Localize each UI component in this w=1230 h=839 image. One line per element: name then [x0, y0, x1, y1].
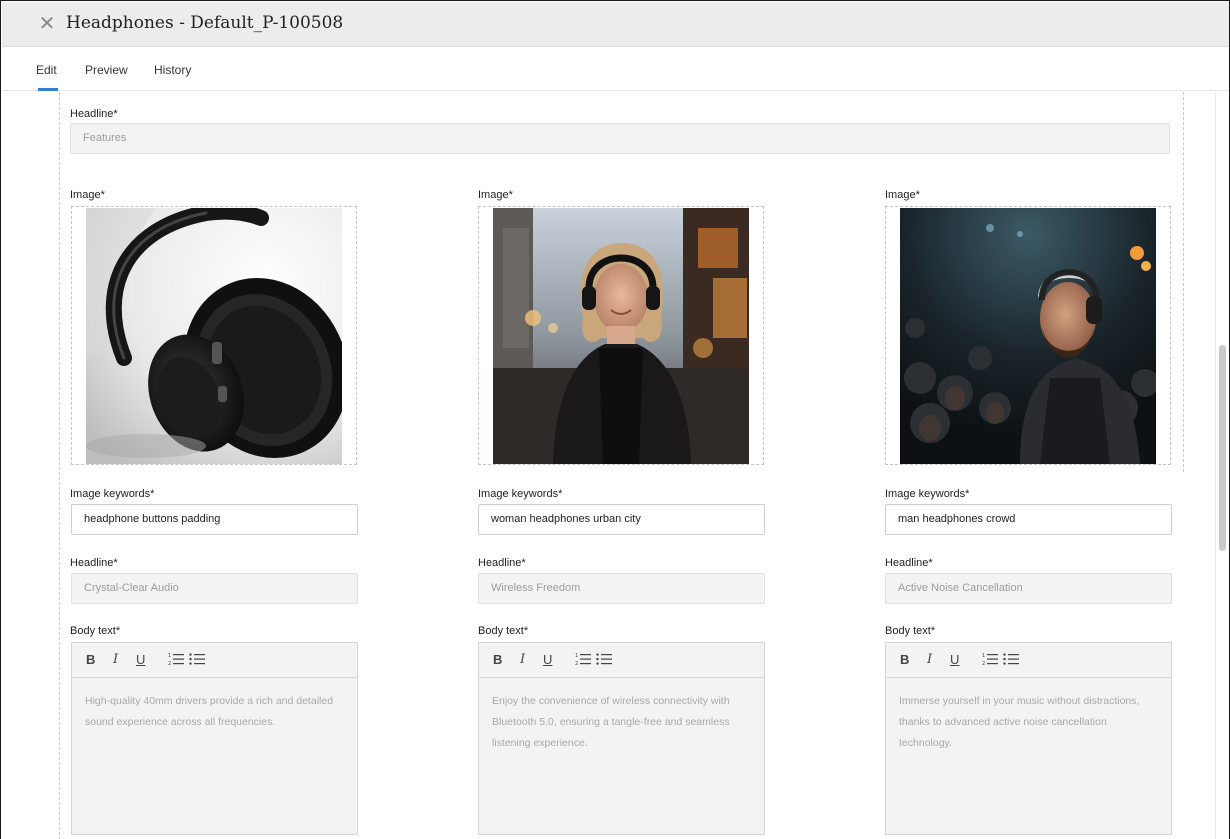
vertical-scrollbar[interactable] — [1215, 92, 1229, 839]
body-text-label: Body text* — [478, 625, 529, 637]
numbered-list-icon[interactable]: 12 — [168, 652, 184, 670]
editor-window: ✕ Headphones - Default_P-100508 Edit Pre… — [0, 0, 1230, 839]
editor-toolbar: B I U 12 — [479, 643, 764, 678]
image-dropzone[interactable] — [71, 206, 357, 465]
image-dropzone[interactable] — [885, 206, 1171, 465]
italic-button[interactable]: I — [113, 652, 118, 668]
form-content: Headline* Features Image* Image keywords… — [2, 92, 1229, 839]
tab-history[interactable]: History — [154, 63, 191, 77]
image-keywords-label: Image keywords* — [478, 488, 563, 500]
image-keywords-input[interactable]: woman headphones urban city — [478, 504, 765, 535]
woman-headphones-image — [493, 208, 749, 464]
italic-button[interactable]: I — [927, 652, 932, 668]
headline-label: Headline* — [70, 557, 118, 569]
underline-button[interactable]: U — [950, 652, 959, 668]
bold-button[interactable]: B — [900, 652, 909, 668]
image-keywords-label: Image keywords* — [70, 488, 155, 500]
man-headphones-crowd-image — [900, 208, 1156, 464]
window-title: Headphones - Default_P-100508 — [66, 13, 344, 33]
bold-button[interactable]: B — [86, 652, 95, 668]
image-keywords-input[interactable]: headphone buttons padding — [71, 504, 358, 535]
bulleted-list-icon[interactable] — [1003, 652, 1019, 670]
bulleted-list-icon[interactable] — [596, 652, 612, 670]
scrollbar-thumb[interactable] — [1219, 345, 1226, 551]
body-text-label: Body text* — [885, 625, 936, 637]
image-keywords-label: Image keywords* — [885, 488, 970, 500]
body-text-content[interactable]: Enjoy the convenience of wireless connec… — [492, 691, 754, 754]
headline-label: Headline* — [885, 557, 933, 569]
section-border-right — [1183, 92, 1184, 472]
section-border-left — [59, 92, 60, 839]
numbered-list-icon[interactable]: 12 — [982, 652, 998, 670]
body-text-editor[interactable]: B I U 12 Enjoy the convenience of wirele… — [478, 642, 765, 835]
italic-button[interactable]: I — [520, 652, 525, 668]
body-text-content[interactable]: High-quality 40mm drivers provide a rich… — [85, 691, 347, 733]
body-text-editor[interactable]: B I U 12 Immerse yourself in your music … — [885, 642, 1172, 835]
bulleted-list-icon[interactable] — [189, 652, 205, 670]
image-label: Image* — [885, 189, 920, 201]
editor-toolbar: B I U 12 — [72, 643, 357, 678]
image-keywords-input[interactable]: man headphones crowd — [885, 504, 1172, 535]
headline-field[interactable]: Crystal-Clear Audio — [71, 573, 358, 604]
tab-bar: Edit Preview History — [2, 47, 1229, 91]
title-bar: ✕ Headphones - Default_P-100508 — [2, 2, 1229, 47]
svg-text:2: 2 — [982, 661, 985, 666]
section-headline-label: Headline* — [70, 108, 118, 120]
active-tab-indicator — [38, 88, 58, 91]
numbered-list-icon[interactable]: 12 — [575, 652, 591, 670]
svg-text:2: 2 — [575, 661, 578, 666]
image-dropzone[interactable] — [478, 206, 764, 465]
svg-text:1: 1 — [575, 653, 578, 659]
tab-edit[interactable]: Edit — [36, 63, 57, 77]
body-text-editor[interactable]: B I U 12 High-quality 40mm drivers provi… — [71, 642, 358, 835]
headline-label: Headline* — [478, 557, 526, 569]
close-icon[interactable]: ✕ — [37, 14, 57, 34]
section-headline-field[interactable]: Features — [70, 123, 1170, 154]
svg-text:1: 1 — [982, 653, 985, 659]
underline-button[interactable]: U — [136, 652, 145, 668]
headline-field[interactable]: Active Noise Cancellation — [885, 573, 1172, 604]
image-label: Image* — [478, 189, 513, 201]
headline-field[interactable]: Wireless Freedom — [478, 573, 765, 604]
headphones-product-image — [86, 208, 342, 464]
underline-button[interactable]: U — [543, 652, 552, 668]
image-label: Image* — [70, 189, 105, 201]
bold-button[interactable]: B — [493, 652, 502, 668]
svg-text:2: 2 — [168, 661, 171, 666]
tab-preview[interactable]: Preview — [85, 63, 128, 77]
body-text-content[interactable]: Immerse yourself in your music without d… — [899, 691, 1161, 754]
body-text-label: Body text* — [70, 625, 121, 637]
svg-text:1: 1 — [168, 653, 171, 659]
editor-toolbar: B I U 12 — [886, 643, 1171, 678]
